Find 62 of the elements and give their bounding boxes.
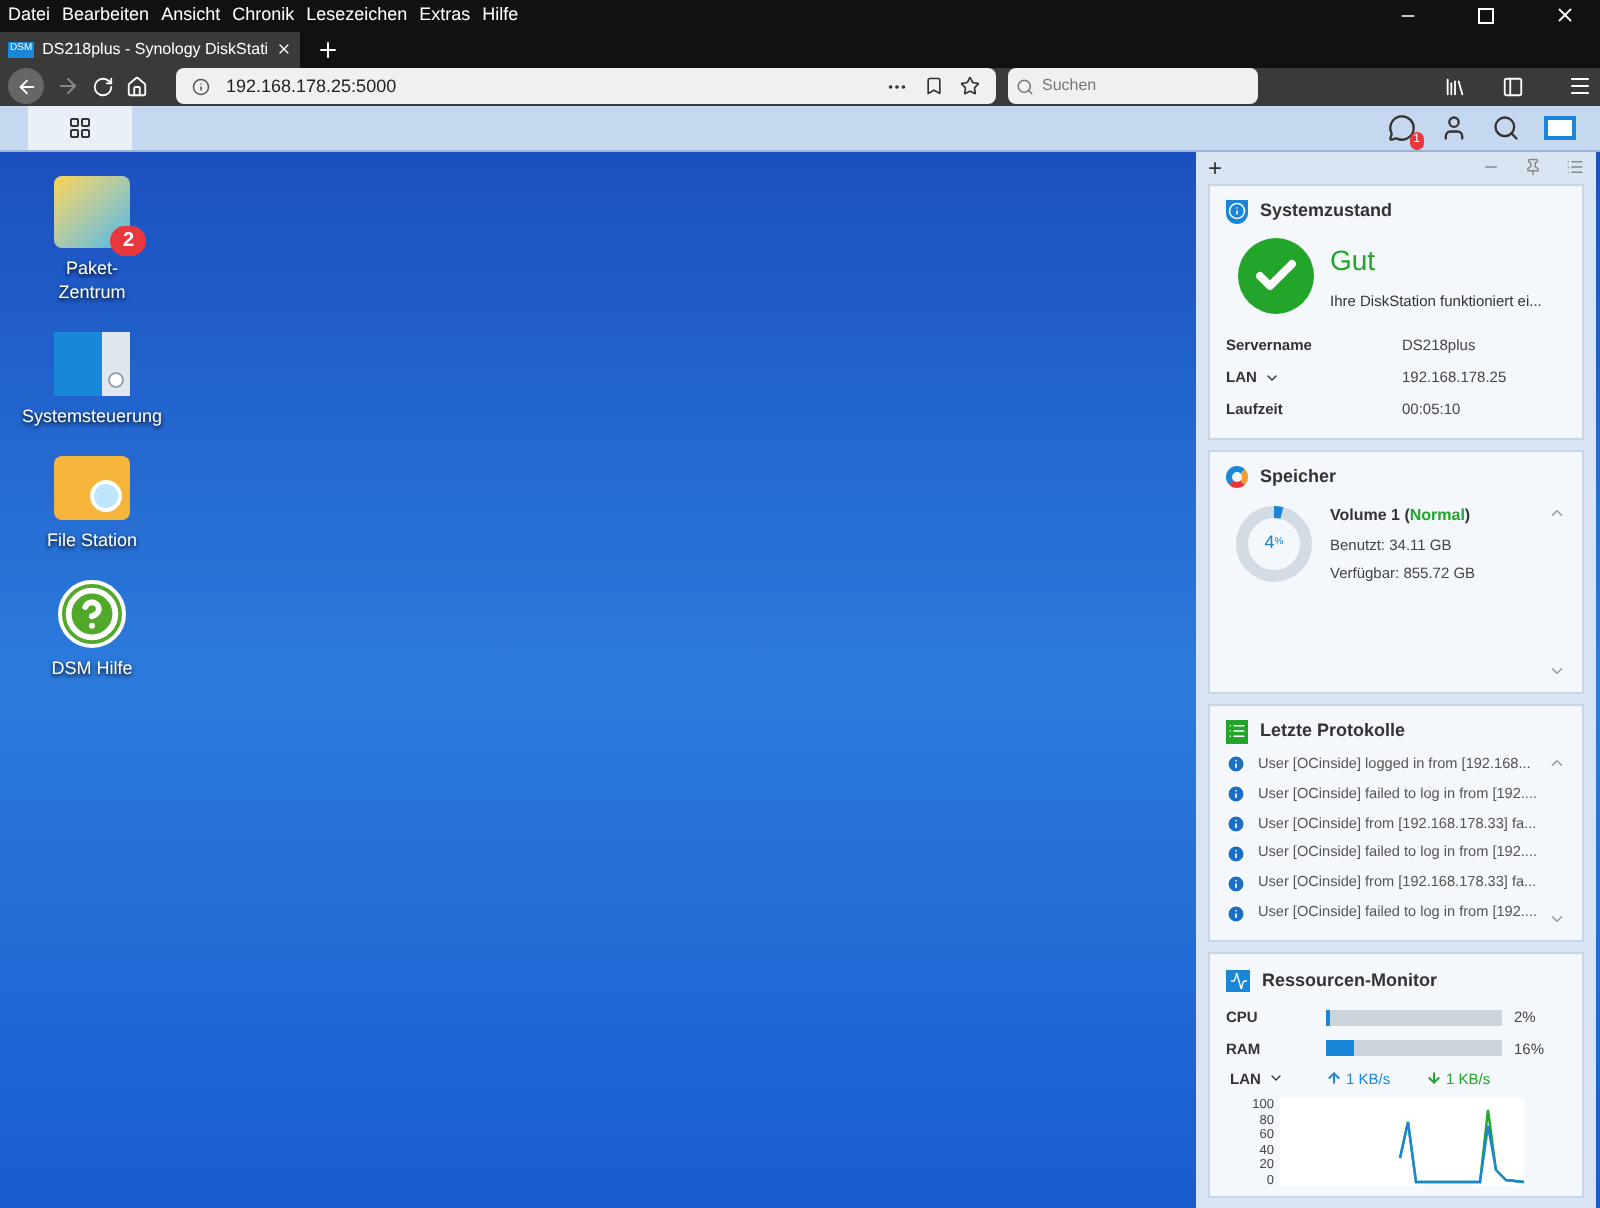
desktop-icon-label[interactable]: Systemsteuerung [21,403,163,428]
info-icon [1226,754,1246,775]
monitor-icon [1226,969,1250,992]
info-icon [192,77,210,96]
desktop-icon-label[interactable]: Paket- Zentrum [58,255,126,304]
info-icon [1226,843,1246,864]
menu-icon[interactable] [1568,74,1592,99]
tab-title: DS218plus - Synology DiskStati [42,37,269,62]
control-panel-icon [54,331,130,396]
menu-item[interactable]: Extras [419,2,471,30]
widgets-icon[interactable] [1544,115,1576,140]
list-icon [1226,719,1248,744]
back-arrow-icon [15,75,37,98]
menu-item[interactable]: Hilfe [482,2,519,30]
download-arrow-icon [1426,1070,1442,1087]
search-field[interactable]: Suchen [1042,74,1242,99]
badge: 2 [110,225,146,256]
star-icon[interactable] [960,76,980,97]
widget-title: Systemzustand [1260,198,1393,225]
close-icon[interactable] [276,40,292,59]
menu-item[interactable]: Lesezeichen [306,2,408,30]
search-box[interactable]: Suchen [1008,68,1258,105]
main-menu-button[interactable] [28,105,132,150]
help-icon [58,579,126,648]
user-icon[interactable] [1440,113,1468,142]
status-text: Gut [1330,241,1378,280]
back-button[interactable] [8,68,44,105]
menu-item[interactable]: Bearbeiten [62,2,150,30]
info-icon [1226,784,1246,805]
add-widget-button[interactable]: + [1208,149,1458,186]
info-icon [1226,813,1246,834]
widget-title: Letzte Protokolle [1260,717,1406,744]
menu-item[interactable]: Datei [8,2,51,30]
check-icon [1238,237,1314,314]
forward-icon[interactable] [56,74,80,99]
volume-title: Volume 1 (Normal) [1330,503,1473,528]
reload-icon[interactable] [92,75,114,98]
search-icon[interactable] [1492,113,1520,142]
ring-icon [1226,466,1248,489]
chat-icon[interactable] [1388,113,1416,142]
close-icon[interactable] [1554,4,1576,27]
pocket-icon[interactable] [924,76,944,97]
grid-icon [68,115,92,140]
menu-item[interactable]: Chronik [232,2,295,30]
library-icon[interactable] [1444,75,1466,98]
desktop-icon-label[interactable]: File Station [46,527,138,552]
info-icon [1226,903,1246,924]
search-icon [1016,77,1034,96]
maximize-icon[interactable] [1478,7,1494,24]
upload-arrow-icon [1326,1070,1342,1087]
shield-info-icon [1226,199,1248,224]
widget-title: Ressourcen-Monitor [1262,967,1438,993]
pin-icon[interactable] [1524,158,1542,177]
new-tab-icon[interactable] [316,37,340,62]
address-bar[interactable]: 192.168.178.25:5000 [176,68,996,105]
desktop-icon-label[interactable]: DSM Hilfe [51,655,133,680]
info-icon [1226,873,1246,894]
widget-title: Speicher [1260,463,1337,490]
menu-item[interactable]: Ansicht [161,2,221,30]
url-text: 192.168.178.25:5000 [226,73,399,100]
home-icon[interactable] [126,75,148,98]
sidebar-icon[interactable] [1502,75,1524,98]
